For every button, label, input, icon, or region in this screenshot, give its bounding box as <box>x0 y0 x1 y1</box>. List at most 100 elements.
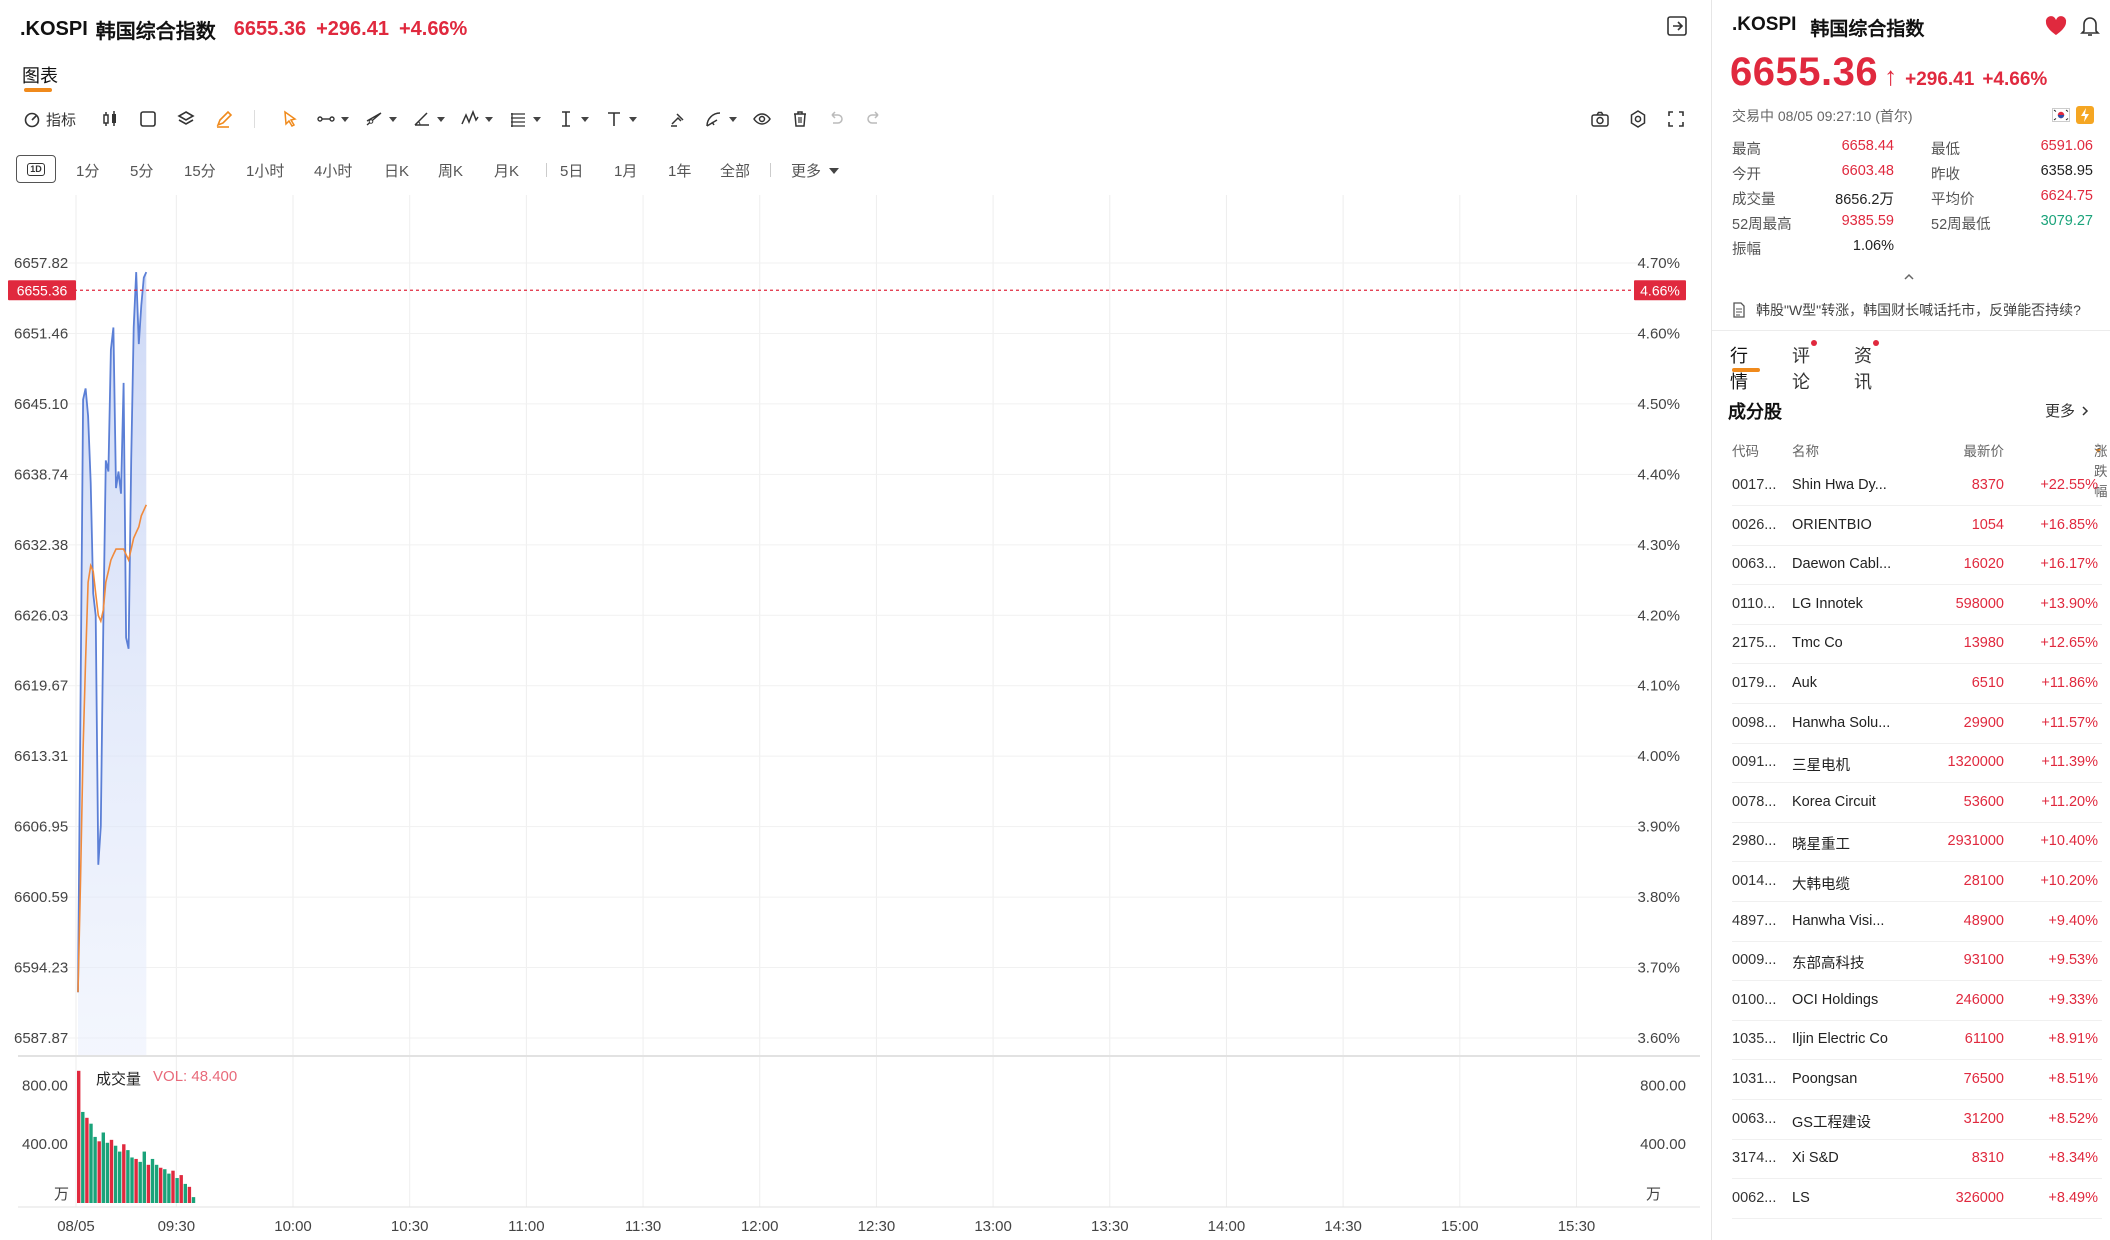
quote-change-pct: +4.66% <box>1982 69 2048 90</box>
x-tick-label: 09:30 <box>158 1218 196 1235</box>
measure-icon[interactable] <box>704 109 724 129</box>
period-week[interactable]: 周K <box>438 160 463 181</box>
x-tick-label: 11:00 <box>508 1218 544 1235</box>
period-1mo[interactable]: 1月 <box>614 160 637 181</box>
x-tick-label: 12:30 <box>858 1218 896 1235</box>
table-row[interactable]: 0100... OCI Holdings 246000 +9.33% <box>1732 981 2102 1021</box>
text-tool-icon[interactable] <box>604 109 624 129</box>
components-more-link[interactable]: 更多 <box>2045 400 2089 421</box>
table-row[interactable]: 0014... 大韩电缆 28100 +10.20% <box>1732 862 2102 902</box>
tab-news[interactable]: 资讯 <box>1854 340 1879 394</box>
table-row[interactable]: 0009... 东部高科技 93100 +9.53% <box>1732 941 2102 982</box>
table-row[interactable]: 1031... Poongsan 76500 +8.51% <box>1732 1060 2102 1100</box>
table-row[interactable]: 1035... Iljin Electric Co 61100 +8.91% <box>1732 1020 2102 1061</box>
fullscreen-icon[interactable] <box>1666 109 1686 129</box>
text-cursor-icon[interactable] <box>556 109 576 129</box>
magnet-icon[interactable] <box>668 109 688 129</box>
period-all[interactable]: 全部 <box>720 160 750 181</box>
period-4h[interactable]: 4小时 <box>314 160 352 181</box>
period-1m[interactable]: 1分 <box>76 160 99 181</box>
stat-label: 平均价 <box>1931 192 1975 208</box>
stock-price: 61100 <box>1964 1031 2004 1048</box>
period-day[interactable]: 日K <box>384 160 409 181</box>
table-row[interactable]: 0063... Daewon Cabl... 16020 +16.17% <box>1732 545 2102 586</box>
layers-icon[interactable] <box>176 109 196 129</box>
table-row[interactable]: 0063... GS工程建设 31200 +8.52% <box>1732 1100 2102 1140</box>
stock-change: +10.40% <box>2040 833 2098 850</box>
volume-legend: 成交量 VOL: 48.400 <box>96 1068 237 1089</box>
period-month[interactable]: 月K <box>494 160 519 181</box>
stock-code: 1035... <box>1732 1031 1777 1048</box>
table-row[interactable]: 0098... Hanwha Solu... 29900 +11.57% <box>1732 704 2102 744</box>
exit-panel-icon[interactable] <box>1666 15 1688 37</box>
camera-icon[interactable] <box>1590 109 1610 129</box>
stat-avg-price: 平均价 6624.75 <box>1931 188 2093 208</box>
caret-icon <box>341 116 349 122</box>
volume-bar <box>122 1144 126 1203</box>
angle-tool-icon[interactable] <box>412 109 432 129</box>
volume-bar <box>167 1173 171 1203</box>
header-change-sort[interactable]: 涨跌幅 <box>2094 440 2108 499</box>
quote-price-row: 6655.36 ↑ +296.41 +4.66% <box>1730 50 2047 95</box>
period-1h[interactable]: 1小时 <box>246 160 284 181</box>
stock-name: Poongsan <box>1792 1071 1858 1087</box>
news-headline[interactable]: 韩股"W型"转涨，韩国财长喊话托市，反弹能否持续? <box>1732 300 2081 320</box>
period-5m[interactable]: 5分 <box>130 160 153 181</box>
redo-icon[interactable] <box>864 109 884 129</box>
volume-bar <box>175 1178 179 1203</box>
tab-chart-underline <box>24 88 52 92</box>
eye-icon[interactable] <box>752 109 772 129</box>
stat-amplitude: 振幅 1.06% <box>1732 238 1894 258</box>
period-1d-button[interactable]: 1D <box>16 155 56 183</box>
y-tick-label: 6587.87 <box>14 1030 68 1047</box>
components-title: 成分股 <box>1728 402 1782 422</box>
stock-change: +22.55% <box>2040 477 2098 493</box>
lightning-icon[interactable] <box>2076 106 2094 124</box>
settings-icon[interactable] <box>1628 109 1648 129</box>
period-15m[interactable]: 15分 <box>184 160 216 181</box>
table-row[interactable]: 0091... 三星电机 1320000 +11.39% <box>1732 743 2102 784</box>
candlestick-icon[interactable] <box>100 109 120 129</box>
wave-tool-icon[interactable] <box>460 109 480 129</box>
stock-name: 晓星重工 <box>1792 837 1850 854</box>
x-tick-label: 14:00 <box>1208 1218 1246 1235</box>
volume-bar <box>81 1111 85 1203</box>
pencil-icon[interactable] <box>214 109 234 129</box>
stock-price: 28100 <box>1963 873 2004 889</box>
stock-change: +8.49% <box>2048 1189 2098 1206</box>
cursor-icon[interactable] <box>280 109 300 129</box>
table-row[interactable]: 0062... LS 326000 +8.49% <box>1732 1179 2102 1219</box>
bell-icon[interactable] <box>2080 15 2100 37</box>
table-row[interactable]: 2980... 晓星重工 2931000 +10.40% <box>1732 822 2102 863</box>
table-row[interactable]: 3174... Xi S&D 8310 +8.34% <box>1732 1139 2102 1180</box>
period-1y[interactable]: 1年 <box>668 160 691 181</box>
price-chart[interactable]: 6657.82 4.70% 6651.46 4.60% 6645.10 4.50% 6638… <box>0 195 1700 1240</box>
korea-flag-icon <box>2052 108 2070 122</box>
chevron-up-icon[interactable] <box>1902 272 1916 282</box>
table-row[interactable]: 0017... Shin Hwa Dy... 8370 +22.55% <box>1732 466 2102 506</box>
undo-icon[interactable] <box>826 109 846 129</box>
rectangle-icon[interactable] <box>138 109 158 129</box>
favorite-heart-icon[interactable] <box>2044 15 2068 37</box>
indicators-button[interactable]: 指标 <box>22 106 76 132</box>
table-row[interactable]: 0110... LG Innotek 598000 +13.90% <box>1732 585 2102 625</box>
volume-value: VOL: 48.400 <box>153 1068 238 1085</box>
stat-label: 振幅 <box>1732 242 1761 258</box>
period-1d-label: 1D <box>27 162 45 176</box>
table-row[interactable]: 0179... Auk 6510 +11.86% <box>1732 664 2102 704</box>
stat-52w-high: 52周最高 9385.59 <box>1732 213 1894 233</box>
line-tool-icon[interactable] <box>316 109 336 129</box>
trash-icon[interactable] <box>790 109 810 129</box>
fib-tool-icon[interactable] <box>508 109 528 129</box>
ray-tool-icon[interactable] <box>364 109 384 129</box>
period-5d[interactable]: 5日 <box>560 160 583 181</box>
y-tick-label: 6645.10 <box>14 396 68 413</box>
table-row[interactable]: 0026... ORIENTBIO 1054 +16.85% <box>1732 506 2102 546</box>
table-row[interactable]: 2175... Tmc Co 13980 +12.65% <box>1732 624 2102 665</box>
tab-chart[interactable]: 图表 <box>22 62 58 88</box>
stock-price: 6510 <box>1971 675 2004 691</box>
table-row[interactable]: 0078... Korea Circuit 53600 +11.20% <box>1732 783 2102 823</box>
period-more-button[interactable]: 更多 <box>791 160 840 181</box>
table-row[interactable]: 4897... Hanwha Visi... 48900 +9.40% <box>1732 902 2102 942</box>
tab-comments[interactable]: 评论 <box>1792 340 1817 394</box>
